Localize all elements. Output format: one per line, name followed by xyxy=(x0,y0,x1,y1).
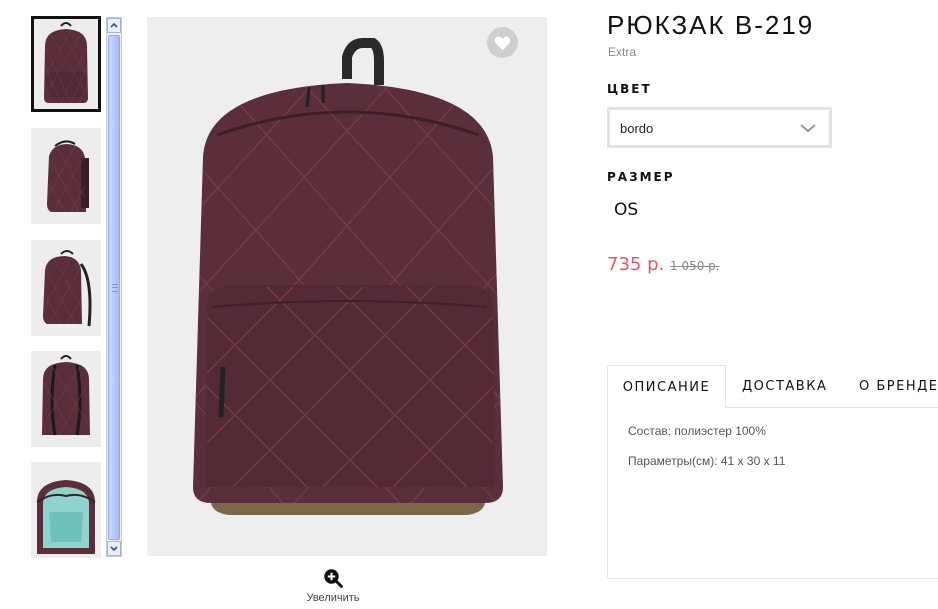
description-composition: Состав: полиэстер 100% xyxy=(628,424,766,438)
thumbnail-front[interactable] xyxy=(31,16,101,112)
tab-about-brand[interactable]: О БРЕНДЕ xyxy=(859,365,938,408)
thumbnail-side-image xyxy=(31,128,101,224)
thumbnail-back[interactable] xyxy=(31,351,101,447)
scrollbar-grip xyxy=(112,284,118,292)
scroll-up-icon xyxy=(110,22,118,28)
description-dimensions: Параметры(см): 41 x 30 x 11 xyxy=(628,454,786,468)
size-label: РАЗМЕР xyxy=(607,170,675,184)
product-title: РЮКЗАК B-219 xyxy=(607,10,815,40)
thumbnail-side[interactable] xyxy=(31,128,101,224)
size-option[interactable]: OS xyxy=(614,200,638,220)
thumbnail-back-image xyxy=(31,351,101,447)
thumbnail-side-straps-image xyxy=(31,240,101,336)
scrollbar-thumb[interactable] xyxy=(108,35,120,540)
color-label: ЦВЕТ xyxy=(607,82,652,96)
scroll-up-button[interactable] xyxy=(107,18,121,33)
zoom-button[interactable]: Увеличить xyxy=(300,568,366,604)
thumbnail-open[interactable] xyxy=(31,462,101,558)
scroll-down-icon xyxy=(110,546,118,552)
backpack-image xyxy=(147,17,547,556)
thumbnail-side-straps[interactable] xyxy=(31,240,101,336)
heart-icon xyxy=(494,36,511,50)
color-select-value: bordo xyxy=(620,121,654,136)
thumbnail-scrollbar[interactable] xyxy=(106,17,122,557)
current-price: 735 р. xyxy=(607,254,665,275)
product-tabs: ОПИСАНИЕ ДОСТАВКА О БРЕНДЕ Состав: полиэ… xyxy=(607,365,938,579)
tab-description[interactable]: ОПИСАНИЕ xyxy=(607,365,726,408)
tab-delivery[interactable]: ДОСТАВКА xyxy=(742,365,827,408)
favorite-button[interactable] xyxy=(487,27,518,58)
product-brand[interactable]: Extra xyxy=(608,45,636,59)
thumbnail-open-image xyxy=(31,462,101,558)
zoom-label: Увеличить xyxy=(306,592,360,604)
color-select[interactable]: bordo xyxy=(607,107,832,148)
chevron-down-icon xyxy=(800,124,816,133)
tab-panel-description: Состав: полиэстер 100% Параметры(см): 41… xyxy=(607,407,938,579)
main-product-image[interactable] xyxy=(147,17,547,556)
old-price: 1 050 р. xyxy=(670,259,720,273)
scroll-down-button[interactable] xyxy=(107,541,121,556)
zoom-in-icon xyxy=(324,569,343,588)
thumbnail-front-image xyxy=(31,16,101,112)
